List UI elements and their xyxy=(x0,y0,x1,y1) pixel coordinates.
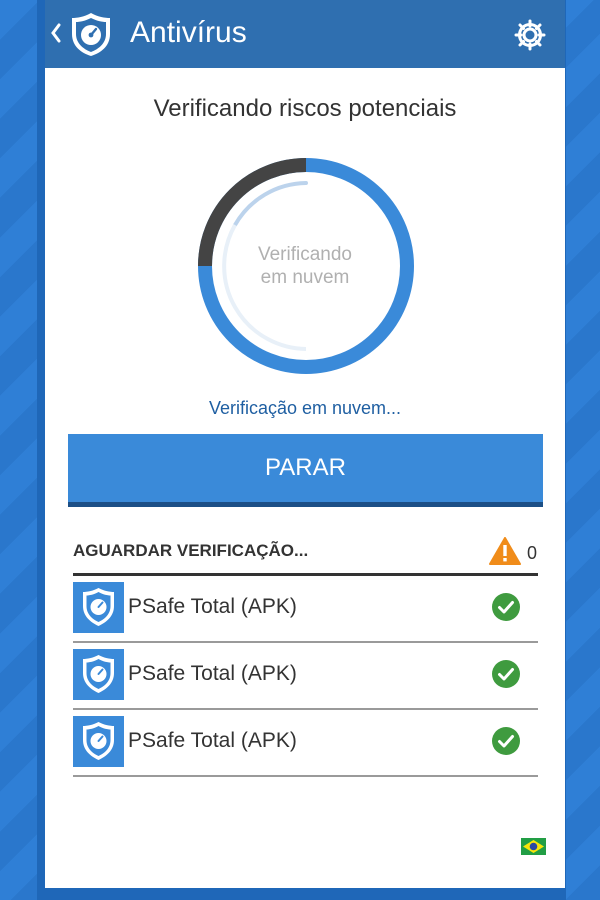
queue-title: AGUARDAR VERIFICAÇÃO... xyxy=(73,541,309,560)
app-bar: Antivírus xyxy=(45,0,565,68)
list-item-label: PSafe Total (APK) xyxy=(128,729,297,752)
shield-logo-icon xyxy=(72,13,110,56)
chevron-left-icon[interactable] xyxy=(49,18,63,48)
list-item-label: PSafe Total (APK) xyxy=(128,595,297,618)
psafe-app-icon xyxy=(73,649,124,700)
warning-icon xyxy=(489,537,521,565)
gear-icon[interactable] xyxy=(513,18,547,52)
list-item-label: PSafe Total (APK) xyxy=(128,662,297,685)
scan-heading: Verificando riscos potenciais xyxy=(153,95,457,122)
list-item[interactable]: PSafe Total (APK) xyxy=(73,642,538,710)
check-circle-icon xyxy=(492,660,520,688)
check-circle-icon xyxy=(492,727,520,755)
app-screen: Antivírus Verificando riscos potenciais … xyxy=(45,0,565,888)
app-title: Antivírus xyxy=(130,16,247,49)
psafe-app-icon xyxy=(73,716,124,767)
ring-label-line2: em nuvem xyxy=(260,267,350,288)
psafe-app-icon xyxy=(73,582,124,633)
scan-status-text: Verificação em nuvem... xyxy=(208,398,402,418)
ring-label: Verificando em nuvem xyxy=(235,243,375,289)
check-circle-icon xyxy=(492,593,520,621)
warning-count: 0 xyxy=(527,543,538,563)
queue-header: AGUARDAR VERIFICAÇÃO... 0 xyxy=(73,535,538,576)
ring-label-line1: Verificando xyxy=(257,244,352,265)
list-item[interactable]: PSafe Total (APK) xyxy=(73,575,538,643)
stop-button[interactable]: PARAR xyxy=(68,434,543,507)
brazil-flag-icon xyxy=(521,838,546,855)
list-item[interactable]: PSafe Total (APK) xyxy=(73,709,538,777)
